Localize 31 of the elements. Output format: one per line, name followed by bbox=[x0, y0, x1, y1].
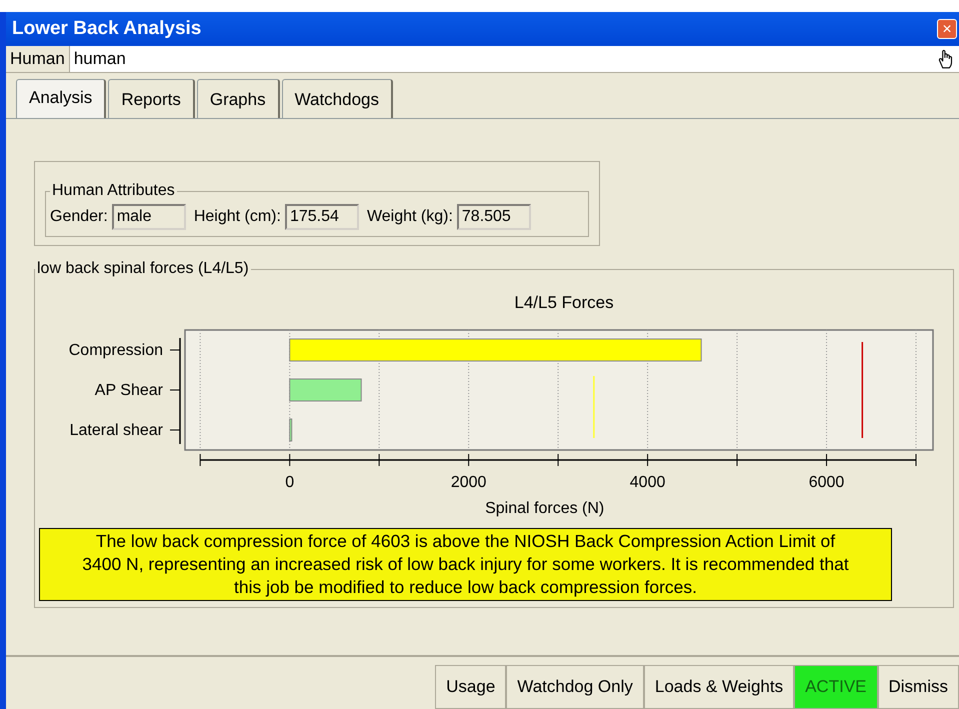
category-label: Lateral shear bbox=[70, 422, 163, 439]
window-title: Lower Back Analysis bbox=[12, 18, 202, 40]
group-title: Human Attributes bbox=[51, 182, 176, 200]
value-field: 175.54 bbox=[284, 204, 359, 230]
warning-message: The low back compression force of 4603 is above the NIOSH Back Compression Action Limit of 3400 N, representing an increased risk of low back injury for some workers. It is recommended that this job be modified to reduce low back compression forces. bbox=[39, 528, 892, 601]
status-button[interactable]: Loads & Weights bbox=[644, 665, 794, 709]
status-button[interactable]: ACTIVE bbox=[794, 665, 878, 709]
status-button[interactable]: Dismiss bbox=[878, 665, 959, 709]
axis-title: Spinal forces (N) bbox=[485, 500, 604, 517]
tab[interactable]: Watchdogs bbox=[282, 79, 394, 119]
close-button[interactable]: × bbox=[937, 19, 957, 39]
field-label: Weight (kg): bbox=[366, 208, 453, 226]
group-title: low back spinal forces (L4/L5) bbox=[36, 260, 250, 278]
tab[interactable]: Analysis bbox=[16, 79, 106, 119]
tick-label: 6000 bbox=[808, 474, 844, 491]
field-label: Human bbox=[6, 46, 70, 72]
value-field: male bbox=[112, 204, 186, 230]
status-button[interactable]: Usage bbox=[435, 665, 506, 709]
field-label: Gender: bbox=[50, 208, 108, 226]
object-field[interactable]: human bbox=[70, 49, 935, 69]
tick-label: 4000 bbox=[630, 474, 666, 491]
category-label: Compression bbox=[68, 342, 163, 359]
value-field: 78.505 bbox=[456, 204, 531, 230]
chart-title: L4/L5 Forces bbox=[514, 293, 614, 312]
status-button[interactable]: Watchdog Only bbox=[506, 665, 644, 709]
field-label: Height (cm): bbox=[194, 208, 281, 226]
tick-label: 2000 bbox=[450, 474, 486, 491]
tick-label: 0 bbox=[285, 474, 294, 491]
category-label: AP Shear bbox=[94, 382, 163, 399]
tab[interactable]: Graphs bbox=[196, 79, 280, 119]
tab[interactable]: Reports bbox=[108, 79, 195, 119]
